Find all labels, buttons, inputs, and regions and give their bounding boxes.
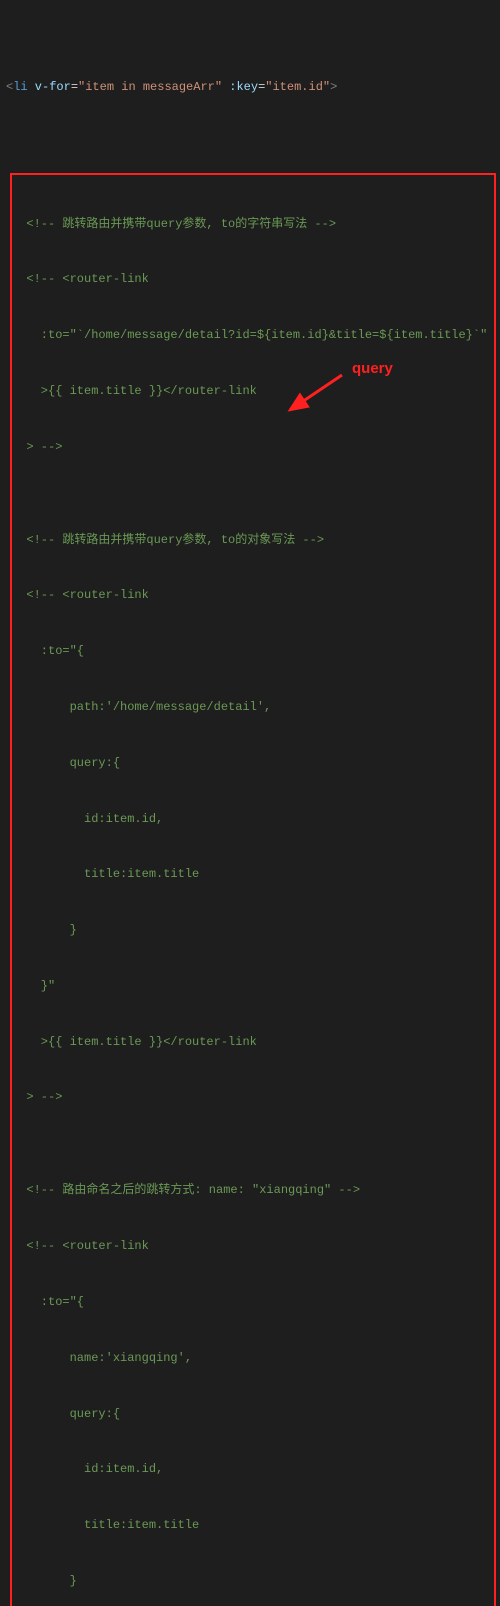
code-line: query:{ bbox=[12, 754, 494, 773]
code-line: query:{ bbox=[12, 1405, 494, 1424]
code-line: > --> bbox=[12, 1088, 494, 1107]
code-line: <!-- 路由命名之后的跳转方式: name: "xiangqing" --> bbox=[12, 1181, 494, 1200]
code-line: id:item.id, bbox=[12, 1460, 494, 1479]
code-line: <!-- <router-link bbox=[12, 270, 494, 289]
code-line: } bbox=[12, 1572, 494, 1591]
code-line: <li v-for="item in messageArr" :key="ite… bbox=[6, 78, 500, 97]
query-section-box: <!-- 跳转路由并携带query参数, to的字符串写法 --> <!-- <… bbox=[10, 173, 496, 1606]
code-line: <!-- 跳转路由并携带query参数, to的对象写法 --> bbox=[12, 531, 494, 550]
code-line: path:'/home/message/detail', bbox=[12, 698, 494, 717]
code-line: }" bbox=[12, 977, 494, 996]
code-line: :to="`/home/message/detail?id=${item.id}… bbox=[12, 326, 494, 345]
code-line: > --> bbox=[12, 438, 494, 457]
code-line: :to="{ bbox=[12, 1293, 494, 1312]
code-block: <li v-for="item in messageArr" :key="ite… bbox=[0, 0, 500, 1606]
code-line: <!-- <router-link bbox=[12, 586, 494, 605]
code-line: } bbox=[12, 921, 494, 940]
code-line: title:item.title bbox=[12, 1516, 494, 1535]
code-line: <!-- <router-link bbox=[12, 1237, 494, 1256]
code-line: :to="{ bbox=[12, 642, 494, 661]
code-line: >{{ item.title }}</router-link bbox=[12, 1033, 494, 1052]
code-line: <!-- 跳转路由并携带query参数, to的字符串写法 --> bbox=[12, 215, 494, 234]
code-line: name:'xiangqing', bbox=[12, 1349, 494, 1368]
code-line: title:item.title bbox=[12, 865, 494, 884]
query-annotation-label: query bbox=[352, 357, 393, 380]
code-line: >{{ item.title }}</router-link bbox=[12, 382, 494, 401]
code-line: id:item.id, bbox=[12, 810, 494, 829]
